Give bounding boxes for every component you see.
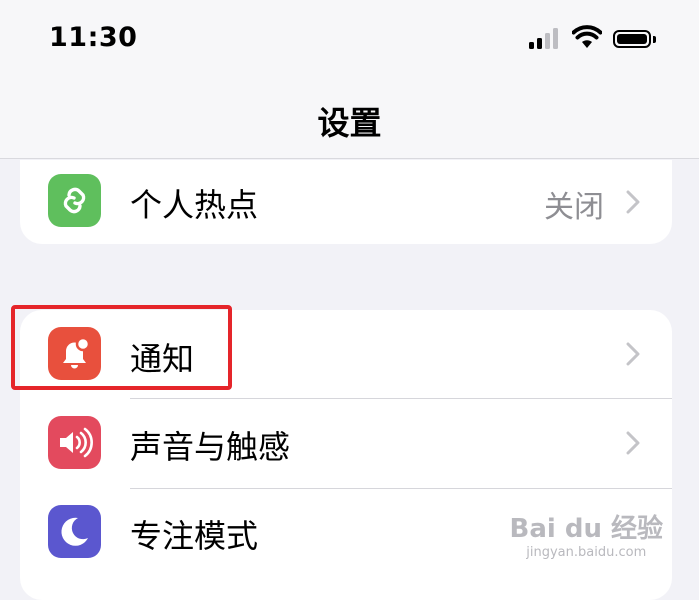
wifi-icon <box>572 25 602 48</box>
speaker-icon <box>48 416 101 469</box>
page-title: 设置 <box>317 104 382 142</box>
moon-icon <box>48 505 101 558</box>
chevron-right-icon <box>626 431 640 455</box>
watermark: Bai du 经验 jingyan.baidu.com <box>510 508 664 560</box>
settings-row-sounds-haptics[interactable]: 声音与触感 <box>20 399 672 487</box>
watermark-url: jingyan.baidu.com <box>526 545 647 560</box>
settings-row-label: 声音与触感 <box>130 428 291 466</box>
battery-tip <box>653 36 656 43</box>
settings-row-personal-hotspot[interactable]: 个人热点 关闭 <box>20 160 672 244</box>
settings-group-connectivity: 个人热点 关闭 <box>20 160 672 244</box>
settings-row-label: 个人热点 <box>130 186 259 224</box>
watermark-brand: Bai du 经验 <box>509 514 664 544</box>
battery-icon <box>613 30 651 48</box>
hotspot-icon <box>48 174 101 227</box>
settings-row-value: 关闭 <box>544 190 604 225</box>
highlight-box <box>11 305 232 390</box>
status-time: 11:30 <box>49 22 138 53</box>
chevron-right-icon <box>626 342 640 366</box>
status-icons <box>529 24 669 54</box>
settings-row-label: 专注模式 <box>130 517 259 555</box>
navigation-header: 11:30 设置 <box>0 0 699 159</box>
chevron-right-icon <box>626 190 640 214</box>
cellular-signal-icon <box>529 27 561 49</box>
